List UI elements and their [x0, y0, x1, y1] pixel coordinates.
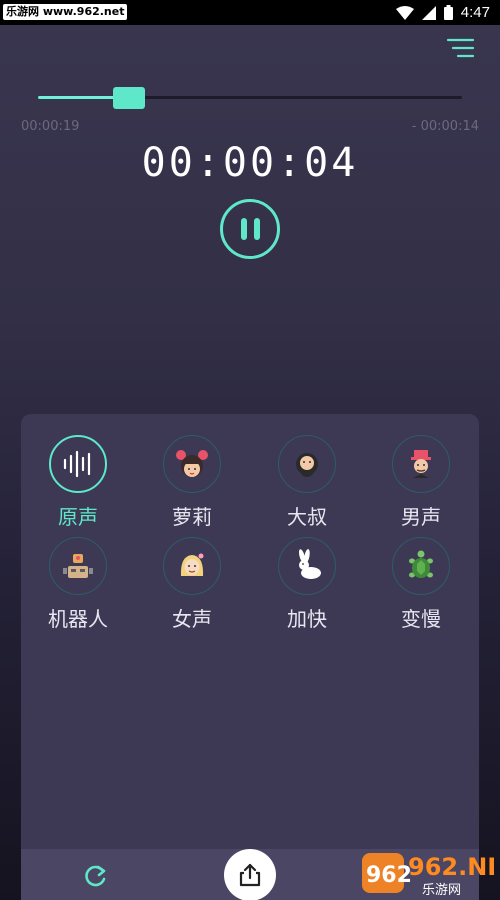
waveform-icon: [63, 450, 91, 478]
effect-label: 加快: [287, 607, 327, 631]
pause-icon: [240, 218, 247, 240]
pause-button[interactable]: [220, 199, 280, 259]
watermark-logo: 962 962.NET 乐游网: [362, 853, 494, 897]
effect-original[interactable]: 原声: [28, 435, 128, 530]
effect-label: 大叔: [287, 505, 327, 529]
effect-label: 机器人: [48, 607, 108, 631]
signal-icon: [421, 5, 436, 20]
robot-icon: [63, 554, 93, 578]
progress-thumb[interactable]: [113, 87, 146, 109]
man-hat-icon: [411, 450, 431, 478]
remaining-time: - 00:00:14: [411, 119, 479, 134]
menu-icon[interactable]: [446, 37, 476, 61]
status-bar: 乐游网 www.962.net 4:47: [0, 0, 500, 25]
effect-robot[interactable]: 机器人: [28, 537, 128, 632]
clock: 4:47: [460, 4, 490, 21]
watermark-text: 乐游网: [422, 883, 461, 897]
effect-label: 女声: [172, 607, 212, 631]
effect-label: 男声: [401, 505, 441, 529]
rabbit-icon: [298, 549, 321, 579]
bearded-man-icon: [296, 453, 318, 477]
share-icon: [239, 863, 261, 887]
refresh-icon[interactable]: [82, 862, 110, 890]
effect-label: 原声: [58, 505, 98, 529]
effect-label: 变慢: [401, 607, 441, 631]
svg-text:962: 962: [366, 863, 412, 888]
woman-icon: [180, 553, 204, 576]
turtle-icon: [409, 550, 433, 578]
effect-slower[interactable]: 变慢: [371, 537, 471, 632]
effect-female[interactable]: 女声: [142, 537, 242, 632]
wifi-icon: [395, 5, 414, 20]
girl-icon: [176, 450, 208, 477]
watermark-brand: 962.NET: [408, 853, 494, 881]
effect-male[interactable]: 男声: [371, 435, 471, 530]
recording-timer: 00:00:04: [141, 140, 359, 186]
elapsed-time: 00:00:19: [21, 119, 80, 134]
effect-label: 萝莉: [172, 505, 212, 529]
effect-uncle[interactable]: 大叔: [257, 435, 357, 530]
effect-loli[interactable]: 萝莉: [142, 435, 242, 530]
share-button[interactable]: [224, 849, 276, 900]
effect-faster[interactable]: 加快: [257, 537, 357, 632]
battery-icon: [443, 5, 453, 20]
source-label: 乐游网 www.962.net: [3, 4, 128, 20]
